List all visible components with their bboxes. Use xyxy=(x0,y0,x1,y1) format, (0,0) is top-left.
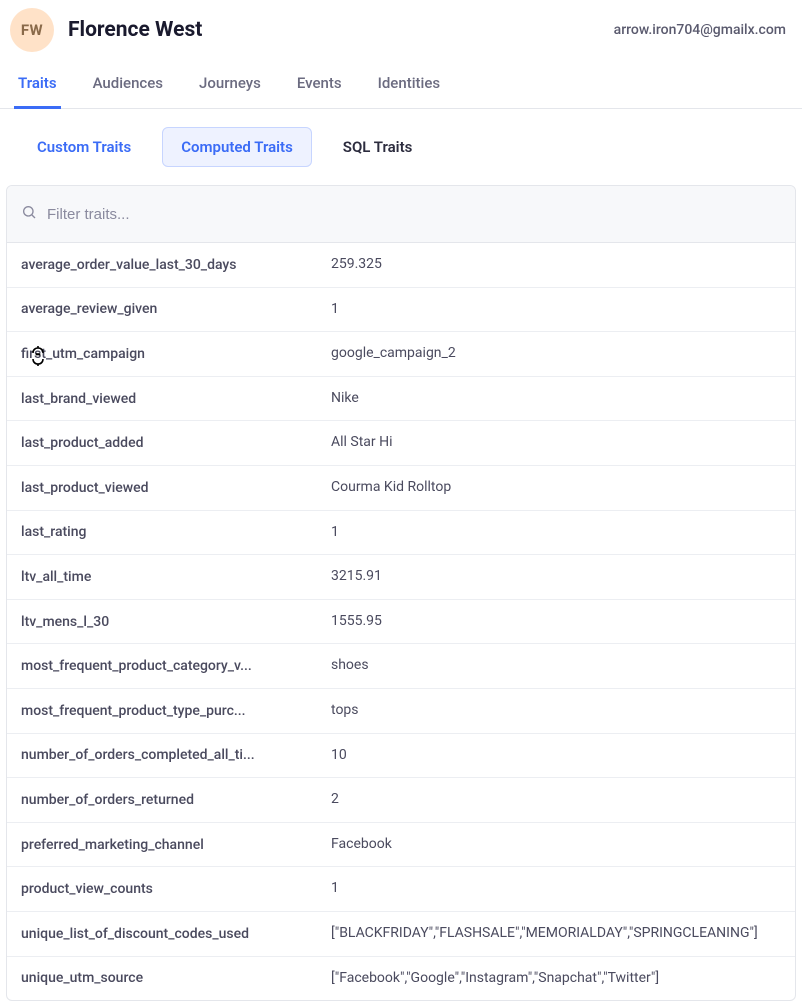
trait-key: most_frequent_product_type_purc... xyxy=(21,703,331,719)
user-name: Florence West xyxy=(68,18,202,42)
trait-value: 1 xyxy=(331,300,781,320)
trait-row[interactable]: most_frequent_product_category_v...shoes xyxy=(7,644,795,689)
trait-value: 1555.95 xyxy=(331,612,781,632)
trait-key: last_product_viewed xyxy=(21,480,331,496)
trait-value: Nike xyxy=(331,389,781,409)
trait-key: last_product_added xyxy=(21,435,331,451)
trait-value: ["Facebook","Google","Instagram","Snapch… xyxy=(331,969,781,989)
header-left: FW Florence West xyxy=(10,8,202,52)
trait-value: tops xyxy=(331,701,781,721)
traits-panel: average_order_value_last_30_days259.325a… xyxy=(6,185,796,1001)
trait-row[interactable]: average_order_value_last_30_days259.325 xyxy=(7,243,795,288)
trait-row[interactable]: unique_utm_source["Facebook","Google","I… xyxy=(7,957,795,1001)
trait-key: ltv_all_time xyxy=(21,569,331,585)
trait-key: last_rating xyxy=(21,524,331,540)
trait-value: 1 xyxy=(331,879,781,899)
trait-value: 1 xyxy=(331,523,781,543)
trait-value: Courma Kid Rolltop xyxy=(331,478,781,498)
trait-row[interactable]: average_review_given1 xyxy=(7,288,795,333)
tab-traits[interactable]: Traits xyxy=(14,62,61,109)
user-email: arrow.iron704@gmailx.com xyxy=(614,22,786,38)
tab-events[interactable]: Events xyxy=(293,62,346,109)
tab-journeys[interactable]: Journeys xyxy=(195,62,265,109)
trait-row[interactable]: last_rating1 xyxy=(7,511,795,556)
avatar: FW xyxy=(10,8,54,52)
trait-value: 2 xyxy=(331,790,781,810)
trait-key: unique_utm_source xyxy=(21,970,331,986)
trait-row[interactable]: ltv_mens_l_301555.95 xyxy=(7,600,795,645)
trait-value: 259.325 xyxy=(331,255,781,275)
trait-key: first_utm_campaign xyxy=(21,346,331,362)
trait-row[interactable]: product_view_counts1 xyxy=(7,867,795,912)
trait-value: Facebook xyxy=(331,835,781,855)
trait-key: last_brand_viewed xyxy=(21,391,331,407)
filter-traits-input[interactable] xyxy=(47,206,781,223)
tab-custom-traits[interactable]: Custom Traits xyxy=(18,127,150,167)
trait-value: 3215.91 xyxy=(331,567,781,587)
trait-key: product_view_counts xyxy=(21,881,331,897)
tabs-primary: Traits Audiences Journeys Events Identit… xyxy=(0,62,802,109)
traits-list: average_order_value_last_30_days259.325a… xyxy=(7,243,795,1000)
trait-value: ["BLACKFRIDAY","FLASHSALE","MEMORIALDAY"… xyxy=(331,924,781,944)
filter-row xyxy=(7,186,795,243)
trait-key: most_frequent_product_category_v... xyxy=(21,658,331,674)
trait-row[interactable]: last_brand_viewedNike xyxy=(7,377,795,422)
trait-row[interactable]: unique_list_of_discount_codes_used["BLAC… xyxy=(7,912,795,957)
tab-computed-traits[interactable]: Computed Traits xyxy=(162,127,312,167)
tab-identities[interactable]: Identities xyxy=(374,62,444,109)
trait-key: average_order_value_last_30_days xyxy=(21,257,331,273)
trait-key: ltv_mens_l_30 xyxy=(21,614,331,630)
trait-row[interactable]: last_product_addedAll Star Hi xyxy=(7,421,795,466)
trait-value: shoes xyxy=(331,656,781,676)
trait-key: preferred_marketing_channel xyxy=(21,837,331,853)
trait-key: unique_list_of_discount_codes_used xyxy=(21,926,331,942)
trait-row[interactable]: most_frequent_product_type_purc...tops xyxy=(7,689,795,734)
profile-header: FW Florence West arrow.iron704@gmailx.co… xyxy=(0,0,802,62)
trait-row[interactable]: first_utm_campaigngoogle_campaign_2 xyxy=(7,332,795,377)
trait-row[interactable]: last_product_viewedCourma Kid Rolltop xyxy=(7,466,795,511)
trait-key: number_of_orders_returned xyxy=(21,792,331,808)
trait-key: number_of_orders_completed_all_ti... xyxy=(21,747,331,763)
trait-row[interactable]: number_of_orders_returned2 xyxy=(7,778,795,823)
trait-key: average_review_given xyxy=(21,301,331,317)
trait-row[interactable]: number_of_orders_completed_all_ti...10 xyxy=(7,734,795,779)
trait-row[interactable]: preferred_marketing_channelFacebook xyxy=(7,823,795,868)
trait-value: google_campaign_2 xyxy=(331,344,781,364)
tab-sql-traits[interactable]: SQL Traits xyxy=(324,127,432,167)
trait-value: All Star Hi xyxy=(331,433,781,453)
tabs-secondary: Custom Traits Computed Traits SQL Traits xyxy=(0,109,802,185)
trait-value: 10 xyxy=(331,746,781,766)
tab-audiences[interactable]: Audiences xyxy=(89,62,167,109)
search-icon xyxy=(21,204,37,224)
trait-row[interactable]: ltv_all_time3215.91 xyxy=(7,555,795,600)
